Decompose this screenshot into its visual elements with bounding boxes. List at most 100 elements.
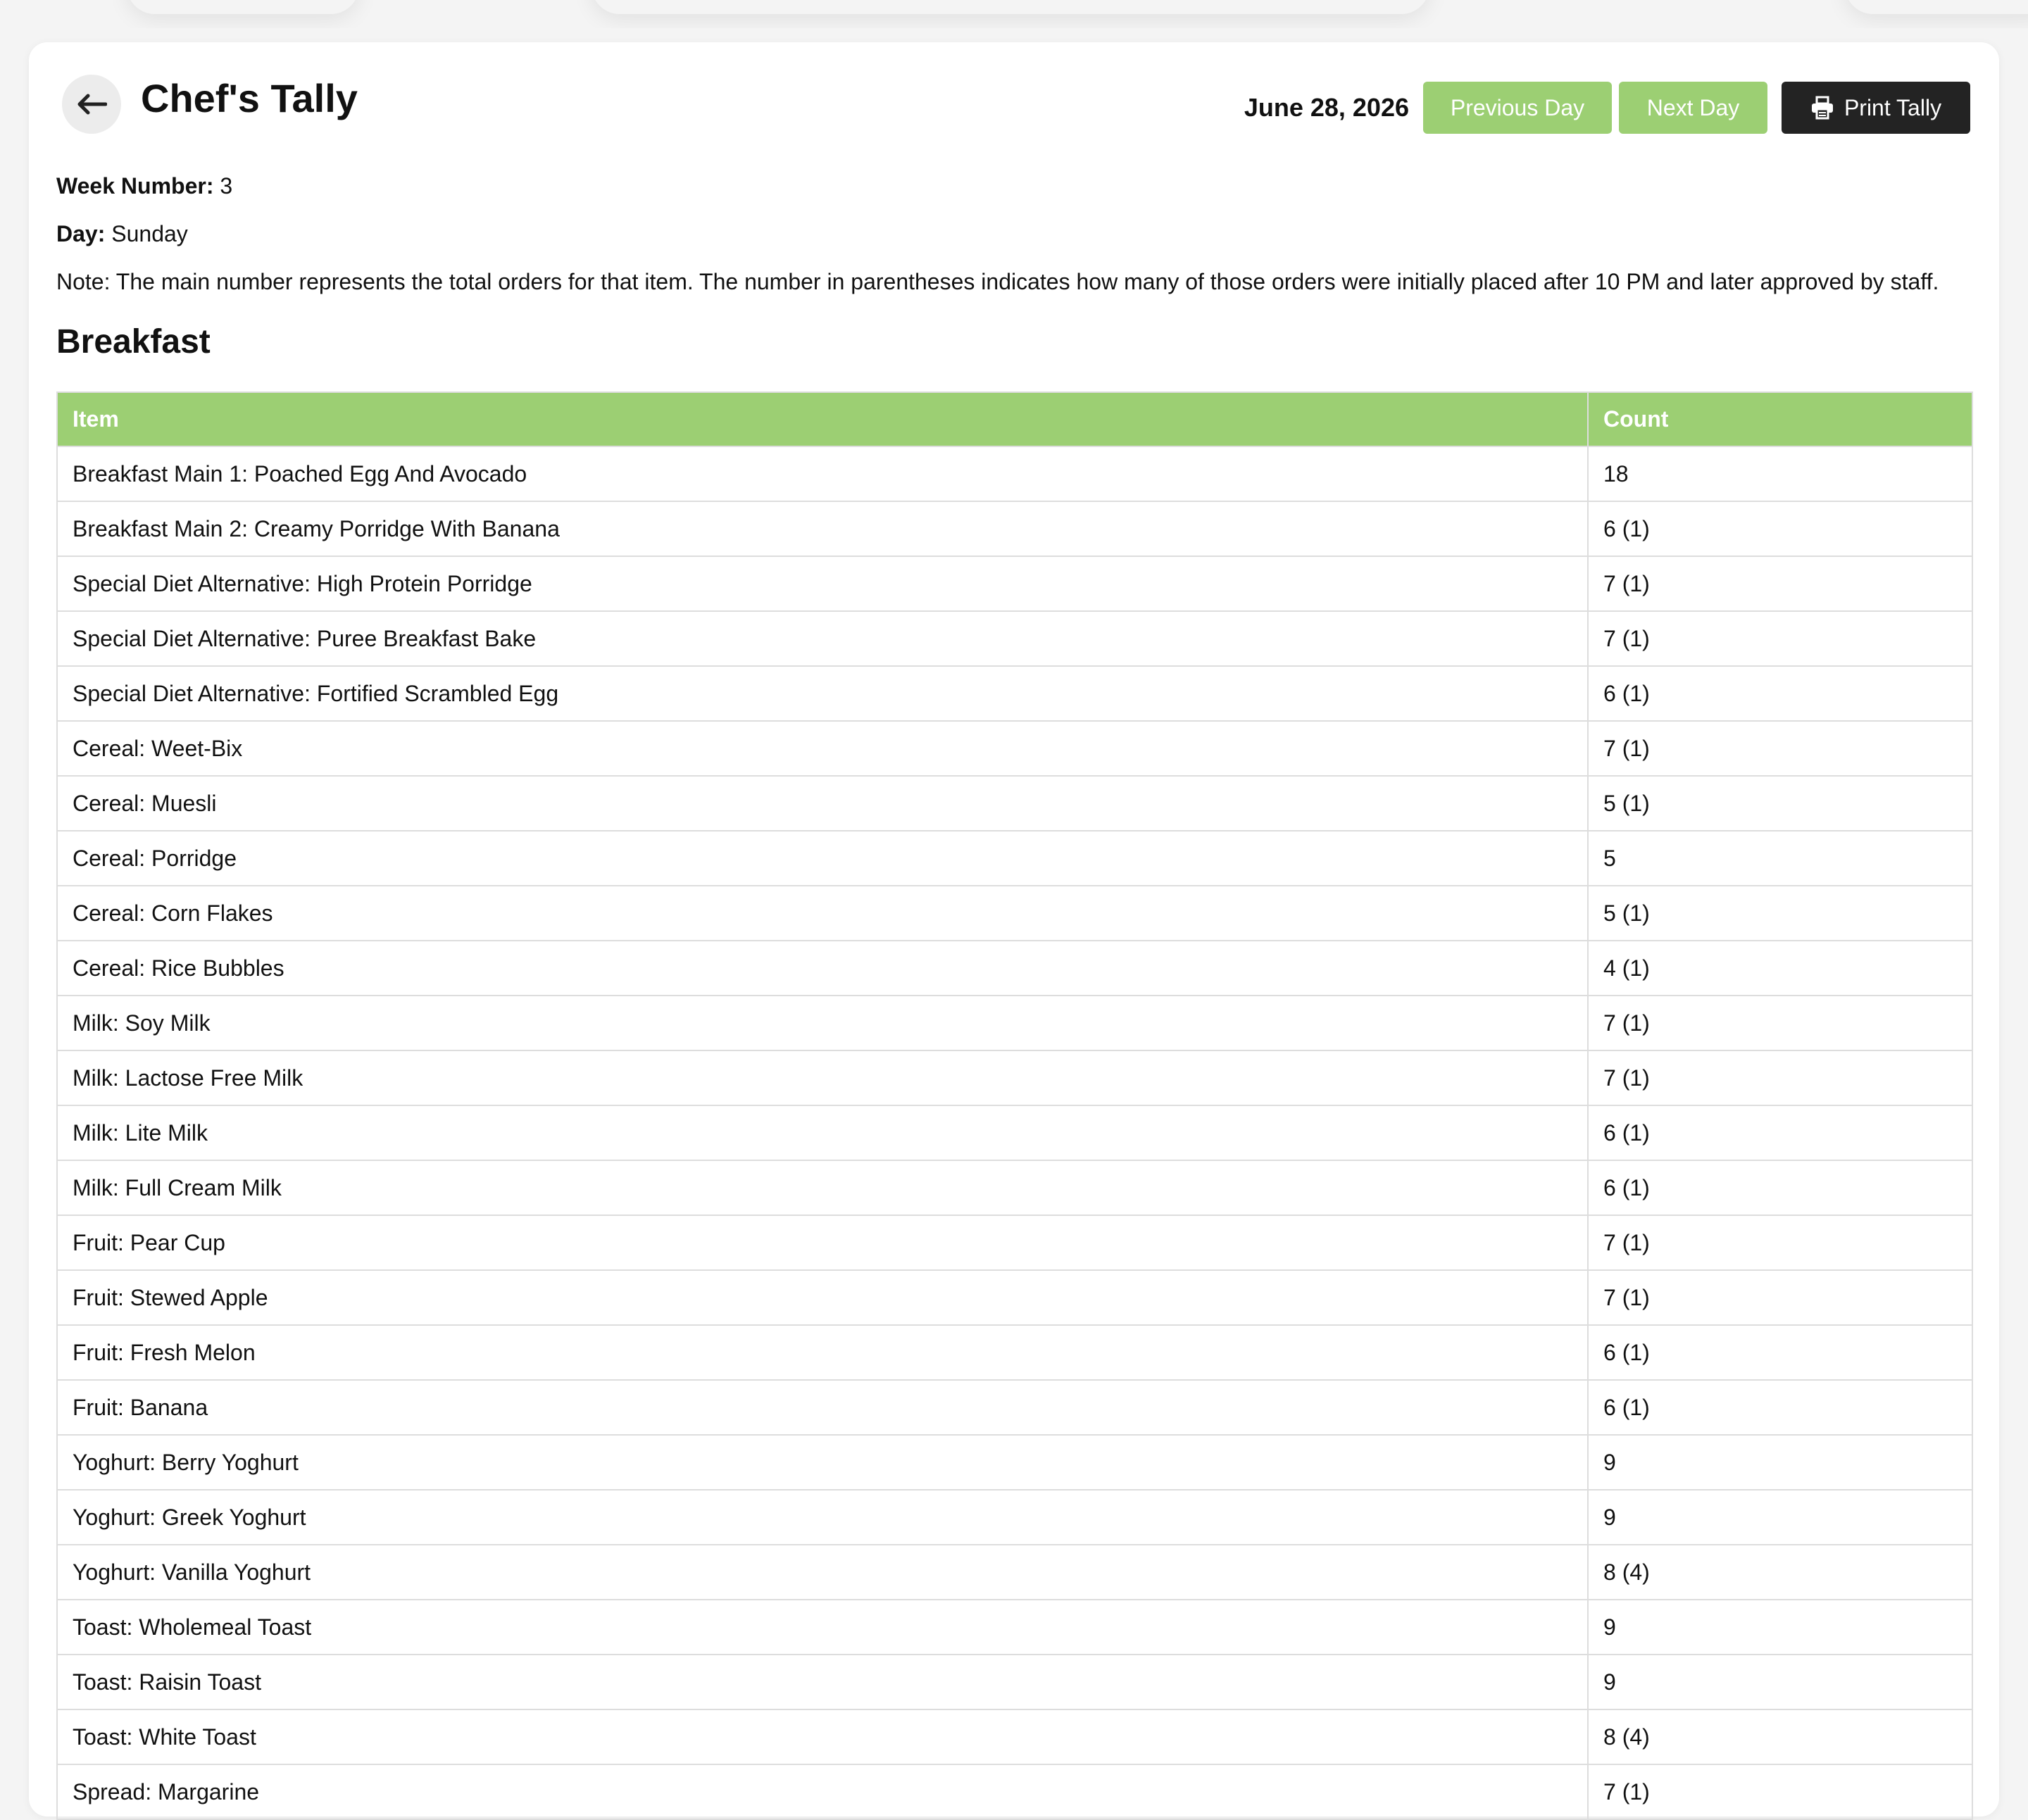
arrow-left-icon: [76, 94, 107, 115]
table-row: Milk: Lactose Free Milk 7 (1): [56, 1050, 1973, 1106]
item-cell: Breakfast Main 2: Creamy Porridge With B…: [56, 501, 1589, 557]
table-row: Toast: Raisin Toast 9: [56, 1654, 1973, 1710]
back-button[interactable]: [62, 75, 121, 134]
breakfast-table: Item Count Breakfast Main 1: Poached Egg…: [56, 391, 1973, 1820]
count-cell: 9: [1587, 1599, 1973, 1655]
count-cell: 8 (4): [1587, 1709, 1973, 1765]
week-number: Week Number: 3: [56, 172, 232, 200]
count-cell: 18: [1587, 446, 1973, 502]
item-cell: Spread: Margarine: [56, 1764, 1589, 1820]
table-row: Breakfast Main 2: Creamy Porridge With B…: [56, 501, 1973, 557]
tally-note: Note: The main number represents the tot…: [56, 269, 1939, 294]
week-number-value: 3: [220, 173, 233, 199]
item-cell: Milk: Lite Milk: [56, 1105, 1589, 1161]
item-cell: Cereal: Rice Bubbles: [56, 940, 1589, 996]
item-cell: Cereal: Muesli: [56, 775, 1589, 831]
table-row: Cereal: Corn Flakes 5 (1): [56, 885, 1973, 941]
count-cell: 6 (1): [1587, 1160, 1973, 1216]
table-row: Special Diet Alternative: Fortified Scra…: [56, 665, 1973, 722]
column-header-count: Count: [1587, 391, 1973, 447]
item-cell: Milk: Full Cream Milk: [56, 1160, 1589, 1216]
count-cell: 9: [1587, 1434, 1973, 1490]
item-cell: Fruit: Fresh Melon: [56, 1324, 1589, 1381]
count-cell: 6 (1): [1587, 1105, 1973, 1161]
table-row: Cereal: Porridge 5: [56, 830, 1973, 886]
count-cell: 8 (4): [1587, 1544, 1973, 1600]
count-cell: 6 (1): [1587, 665, 1973, 722]
table-row: Milk: Soy Milk 7 (1): [56, 995, 1973, 1051]
count-cell: 7 (1): [1587, 720, 1973, 777]
count-cell: 4 (1): [1587, 940, 1973, 996]
count-cell: 5 (1): [1587, 885, 1973, 941]
week-number-label: Week Number:: [56, 173, 214, 199]
background-shadows: [0, 0, 2028, 28]
item-cell: Cereal: Porridge: [56, 830, 1589, 886]
print-tally-label: Print Tally: [1844, 94, 1942, 120]
item-cell: Fruit: Stewed Apple: [56, 1269, 1589, 1326]
table-row: Cereal: Muesli 5 (1): [56, 775, 1973, 831]
count-cell: 5: [1587, 830, 1973, 886]
table-row: Fruit: Fresh Melon 6 (1): [56, 1324, 1973, 1381]
count-cell: 7 (1): [1587, 610, 1973, 667]
count-cell: 7 (1): [1587, 1764, 1973, 1820]
count-cell: 7 (1): [1587, 556, 1973, 612]
page-title: Chef's Tally: [141, 76, 358, 120]
table-row: Toast: Wholemeal Toast 9: [56, 1599, 1973, 1655]
current-date: June 28, 2026: [1244, 93, 1409, 122]
table-row: Special Diet Alternative: High Protein P…: [56, 556, 1973, 612]
tally-card: Chef's Tally June 28, 2026 Previous Day …: [29, 42, 1999, 1820]
item-cell: Toast: Raisin Toast: [56, 1654, 1589, 1710]
item-cell: Special Diet Alternative: High Protein P…: [56, 556, 1589, 612]
item-cell: Yoghurt: Berry Yoghurt: [56, 1434, 1589, 1490]
table-row: Toast: White Toast 8 (4): [56, 1709, 1973, 1765]
table-row: Breakfast Main 1: Poached Egg And Avocad…: [56, 446, 1973, 502]
table-row: Cereal: Rice Bubbles 4 (1): [56, 940, 1973, 996]
item-cell: Special Diet Alternative: Puree Breakfas…: [56, 610, 1589, 667]
table-row: Milk: Lite Milk 6 (1): [56, 1105, 1973, 1161]
item-cell: Yoghurt: Greek Yoghurt: [56, 1489, 1589, 1545]
count-cell: 6 (1): [1587, 1324, 1973, 1381]
count-cell: 7 (1): [1587, 995, 1973, 1051]
table-row: Spread: Margarine 7 (1): [56, 1764, 1973, 1820]
count-cell: 5 (1): [1587, 775, 1973, 831]
column-header-item: Item: [56, 391, 1589, 447]
day-info: Day: Sunday: [56, 220, 188, 248]
item-cell: Yoghurt: Vanilla Yoghurt: [56, 1544, 1589, 1600]
printer-icon: [1810, 96, 1834, 120]
table-row: Yoghurt: Berry Yoghurt 9: [56, 1434, 1973, 1490]
previous-day-button[interactable]: Previous Day: [1423, 82, 1612, 134]
table-row: Yoghurt: Greek Yoghurt 9: [56, 1489, 1973, 1545]
table-row: Special Diet Alternative: Puree Breakfas…: [56, 610, 1973, 667]
table-row: Milk: Full Cream Milk 6 (1): [56, 1160, 1973, 1216]
day-label: Day:: [56, 221, 106, 246]
section-title-breakfast: Breakfast: [56, 323, 211, 360]
item-cell: Cereal: Corn Flakes: [56, 885, 1589, 941]
day-value: Sunday: [111, 221, 188, 246]
table-row: Cereal: Weet-Bix 7 (1): [56, 720, 1973, 777]
page-header: Chef's Tally June 28, 2026 Previous Day …: [29, 42, 1999, 169]
item-cell: Special Diet Alternative: Fortified Scra…: [56, 665, 1589, 722]
count-cell: 6 (1): [1587, 501, 1973, 557]
item-cell: Toast: Wholemeal Toast: [56, 1599, 1589, 1655]
item-cell: Toast: White Toast: [56, 1709, 1589, 1765]
next-day-button[interactable]: Next Day: [1619, 82, 1767, 134]
count-cell: 7 (1): [1587, 1215, 1973, 1271]
count-cell: 9: [1587, 1654, 1973, 1710]
table-body: Breakfast Main 1: Poached Egg And Avocad…: [56, 446, 1973, 1820]
count-cell: 7 (1): [1587, 1050, 1973, 1106]
count-cell: 9: [1587, 1489, 1973, 1545]
item-cell: Milk: Soy Milk: [56, 995, 1589, 1051]
count-cell: 6 (1): [1587, 1379, 1973, 1436]
item-cell: Milk: Lactose Free Milk: [56, 1050, 1589, 1106]
item-cell: Breakfast Main 1: Poached Egg And Avocad…: [56, 446, 1589, 502]
date-navigation: June 28, 2026 Previous Day Next Day Prin…: [1244, 82, 1970, 134]
item-cell: Fruit: Pear Cup: [56, 1215, 1589, 1271]
table-header-row: Item Count: [56, 391, 1973, 447]
item-cell: Cereal: Weet-Bix: [56, 720, 1589, 777]
print-tally-button[interactable]: Print Tally: [1782, 82, 1970, 134]
table-row: Fruit: Banana 6 (1): [56, 1379, 1973, 1436]
item-cell: Fruit: Banana: [56, 1379, 1589, 1436]
table-row: Fruit: Pear Cup 7 (1): [56, 1215, 1973, 1271]
count-cell: 7 (1): [1587, 1269, 1973, 1326]
table-row: Yoghurt: Vanilla Yoghurt 8 (4): [56, 1544, 1973, 1600]
